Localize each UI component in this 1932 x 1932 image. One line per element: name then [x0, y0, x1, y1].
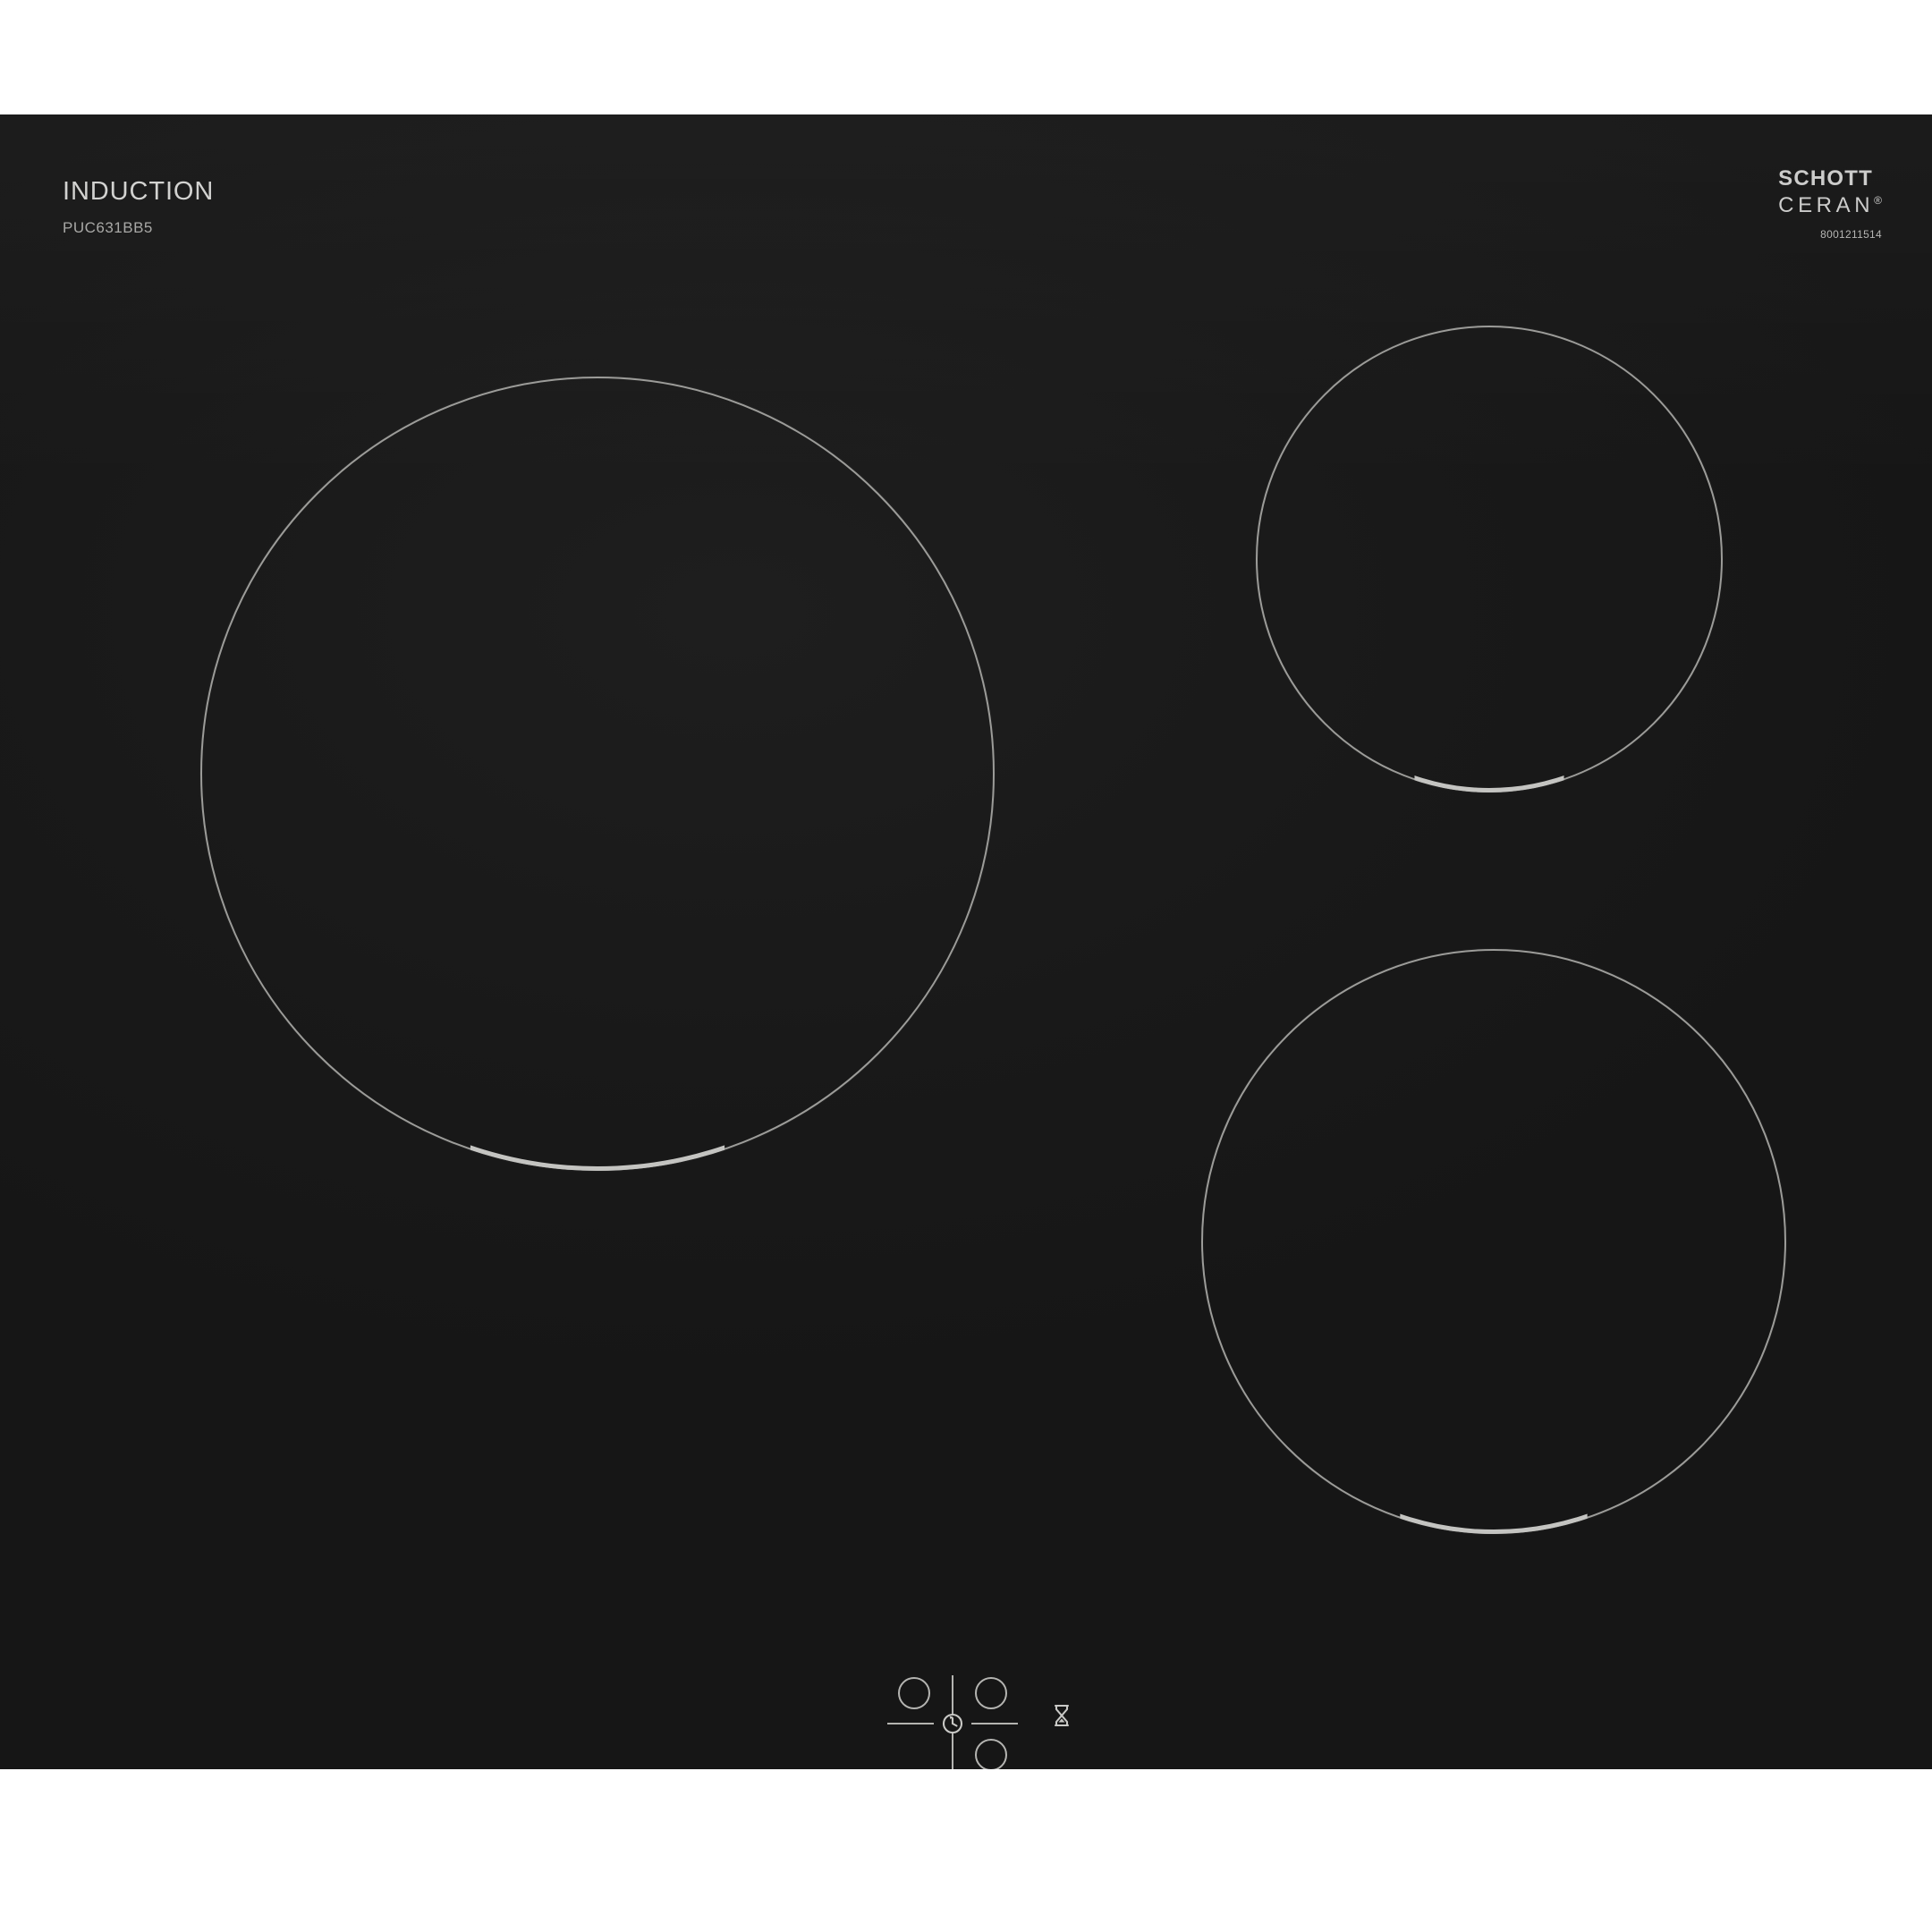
product-branding: INDUCTION PUC631BB5 [63, 179, 214, 235]
zone-map-divider-top [952, 1675, 953, 1715]
control-panel: min [787, 1666, 1172, 1769]
hourglass-icon [1052, 1704, 1072, 1727]
zone-map-dot-rear-left[interactable] [898, 1677, 930, 1709]
ceran-wordmark: CERAN® [1778, 195, 1882, 216]
zone-map-divider-left [887, 1723, 934, 1724]
registered-trademark-icon: ® [1874, 194, 1882, 207]
product-model-number: PUC631BB5 [63, 220, 214, 235]
reset-timer-icon[interactable] [940, 1711, 965, 1736]
schott-wordmark: SCHOTT [1778, 168, 1882, 190]
zone-map-divider-bottom [952, 1733, 953, 1769]
zone-map-dot-rear-right[interactable] [975, 1677, 1007, 1709]
ceran-text: CERAN [1778, 193, 1874, 217]
glass-serial-number: 8001211514 [1778, 229, 1882, 240]
induction-hob-surface: INDUCTION PUC631BB5 SCHOTT CERAN® 800121… [0, 114, 1932, 1769]
zone-map-divider-right [971, 1723, 1018, 1724]
screenshot-root: INDUCTION PUC631BB5 SCHOTT CERAN® 800121… [0, 0, 1932, 1932]
zone-map-dot-front-right[interactable] [975, 1739, 1007, 1769]
schott-ceran-mark: SCHOTT CERAN® 8001211514 [1778, 168, 1882, 240]
zone-selector-diagram[interactable] [886, 1674, 1020, 1769]
product-category-label: INDUCTION [63, 179, 214, 205]
